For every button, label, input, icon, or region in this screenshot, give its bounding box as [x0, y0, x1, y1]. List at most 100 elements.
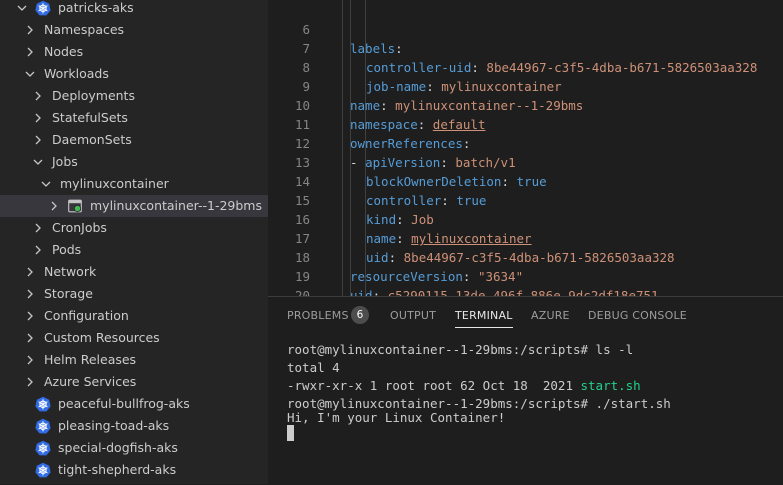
code-line: 18 resourceVersion: "3634" [268, 229, 783, 284]
tree-item-statefulsets[interactable]: StatefulSets [0, 107, 268, 129]
terminal-cursor [287, 425, 294, 441]
tree-item-configuration[interactable]: Configuration [0, 305, 268, 327]
file-listing: -rwxr-xr-x 1 root root 62 Oct 18 2021 [287, 378, 581, 393]
tab-debug-console[interactable]: DEBUG CONSOLE [588, 308, 687, 324]
tree-item-namespaces[interactable]: Namespaces [0, 19, 268, 41]
kubernetes-icon [35, 440, 51, 456]
tree-item-label: Namespaces [44, 22, 125, 37]
chevron-right-icon[interactable] [24, 24, 36, 36]
bottom-panel: PROBLEMS 6 OUTPUT TERMINAL AZURE DEBUG C… [268, 296, 783, 485]
kubernetes-icon [35, 0, 51, 16]
chevron-right-icon[interactable] [32, 222, 44, 234]
chevron-right-icon[interactable] [24, 46, 36, 58]
code-line: 7 controller-uid: 8be44967-c3f5-4dba-b67… [268, 20, 783, 75]
code-line: 21 containers: [268, 286, 783, 296]
tree-item-label: special-dogfish-aks [58, 440, 178, 455]
chevron-right-icon[interactable] [24, 266, 36, 278]
tree-item-deployments[interactable]: Deployments [0, 85, 268, 107]
tree-item-label: Azure Services [44, 374, 137, 389]
chevron-right-icon[interactable] [24, 332, 36, 344]
tree-item-pleasing-toad-aks[interactable]: pleasing-toad-aks [0, 415, 268, 437]
code-line: 10 namespace: default [268, 77, 783, 132]
kubernetes-icon [35, 396, 51, 412]
code-line: 17 uid: 8be44967-c3f5-4dba-b671-5826503a… [268, 210, 783, 265]
tree-item-label: CronJobs [52, 220, 107, 235]
tree-item-workloads[interactable]: Workloads [0, 63, 268, 85]
tree-item-nodes[interactable]: Nodes [0, 41, 268, 63]
kubernetes-icon [35, 462, 51, 478]
tree-item-label: patricks-aks [58, 0, 134, 15]
tree-item-network[interactable]: Network [0, 261, 268, 283]
chevron-down-icon[interactable] [16, 2, 28, 14]
tree-item-storage[interactable]: Storage [0, 283, 268, 305]
chevron-right-icon[interactable] [24, 354, 36, 366]
tree-item-azure-services[interactable]: Azure Services [0, 371, 268, 393]
chevron-right-icon[interactable] [24, 288, 36, 300]
code-line: 16 name: mylinuxcontainer [268, 191, 783, 246]
tree-item-label: Nodes [44, 44, 84, 59]
tree-item-special-dogfish-aks[interactable]: special-dogfish-aks [0, 437, 268, 459]
tab-azure[interactable]: AZURE [531, 308, 570, 324]
code-line: 6 labels: [268, 1, 783, 56]
code-line: 8 job-name: mylinuxcontainer [268, 39, 783, 94]
tree-item-label: mylinuxcontainer [60, 176, 169, 191]
tree-item-label: mylinuxcontainer--1-29bms [90, 198, 262, 213]
tree-item-label: Deployments [52, 88, 135, 103]
chevron-right-icon[interactable] [32, 112, 44, 124]
code-line: 20 spec: [268, 267, 783, 296]
tree-item-label: Network [44, 264, 97, 279]
chevron-right-icon[interactable] [32, 134, 44, 146]
chevron-right-icon[interactable] [24, 310, 36, 322]
tab-output[interactable]: OUTPUT [390, 308, 436, 324]
tree-item-tight-shepherd-aks[interactable]: tight-shepherd-aks [0, 459, 268, 481]
problems-count-badge: 6 [351, 306, 369, 324]
tree-item-label: Pods [52, 242, 82, 257]
code-line: 12 - apiVersion: batch/v1 [268, 115, 783, 170]
chevron-right-icon[interactable] [32, 244, 44, 256]
tree-item-helm-releases[interactable]: Helm Releases [0, 349, 268, 371]
terminal-line: total 4 [287, 360, 340, 375]
code-line: 15 kind: Job [268, 172, 783, 227]
tree-item-patricks-aks[interactable]: patricks-aks [0, 0, 268, 19]
tree-item-pod-mylinuxcontainer[interactable]: mylinuxcontainer--1-29bms [0, 195, 268, 217]
tree-item-label: Custom Resources [44, 330, 160, 345]
tab-problems[interactable]: PROBLEMS [287, 308, 349, 324]
code-line: 14 controller: true [268, 153, 783, 208]
tree-item-label: DaemonSets [52, 132, 132, 147]
terminal-line: root@mylinuxcontainer--1-29bms:/scripts#… [287, 342, 634, 357]
chevron-down-icon[interactable] [24, 68, 36, 80]
tree-item-pods[interactable]: Pods [0, 239, 268, 261]
chevron-down-icon[interactable] [40, 178, 52, 190]
kubernetes-cluster-tree: patricks-aks Namespaces Nodes Workloads … [0, 0, 268, 484]
code-line: 19 uid: c5290115-13de-496f-886e-9dc2df18… [268, 248, 783, 296]
tree-item-cronjobs[interactable]: CronJobs [0, 217, 268, 239]
terminal-line: Hi, I'm your Linux Container! [287, 410, 506, 425]
tree-item-label: Configuration [44, 308, 129, 323]
tab-terminal[interactable]: TERMINAL [455, 308, 513, 328]
code-line: 9 name: mylinuxcontainer--1-29bms [268, 58, 783, 113]
pod-running-icon [68, 199, 82, 213]
executable-filename: start.sh [580, 378, 641, 393]
tree-item-label: peaceful-bullfrog-aks [58, 396, 190, 411]
tree-item-label: Helm Releases [44, 352, 137, 367]
yaml-editor[interactable]: 6 labels: 7 controller-uid: 8be44967-c3f… [268, 0, 783, 296]
tree-item-label: Jobs [52, 154, 78, 169]
terminal-line: -rwxr-xr-x 1 root root 62 Oct 18 2021 st… [287, 376, 641, 395]
chevron-down-icon[interactable] [32, 156, 44, 168]
tree-item-peaceful-bullfrog-aks[interactable]: peaceful-bullfrog-aks [0, 393, 268, 415]
chevron-right-icon[interactable] [48, 200, 60, 212]
tree-item-custom-resources[interactable]: Custom Resources [0, 327, 268, 349]
kubernetes-icon [35, 418, 51, 434]
code-line: 11 ownerReferences: [268, 96, 783, 151]
chevron-right-icon[interactable] [24, 376, 36, 388]
tree-item-daemonsets[interactable]: DaemonSets [0, 129, 268, 151]
tree-item-jobs[interactable]: Jobs [0, 151, 268, 173]
tree-item-label: tight-shepherd-aks [58, 462, 177, 477]
tree-item-job-mylinuxcontainer[interactable]: mylinuxcontainer [0, 173, 268, 195]
code-line: 13 blockOwnerDeletion: true [268, 134, 783, 189]
tree-item-label: Workloads [44, 66, 109, 81]
tree-item-label: pleasing-toad-aks [58, 418, 170, 433]
tree-item-label: Storage [44, 286, 93, 301]
chevron-right-icon[interactable] [32, 90, 44, 102]
tree-item-label: StatefulSets [52, 110, 128, 125]
